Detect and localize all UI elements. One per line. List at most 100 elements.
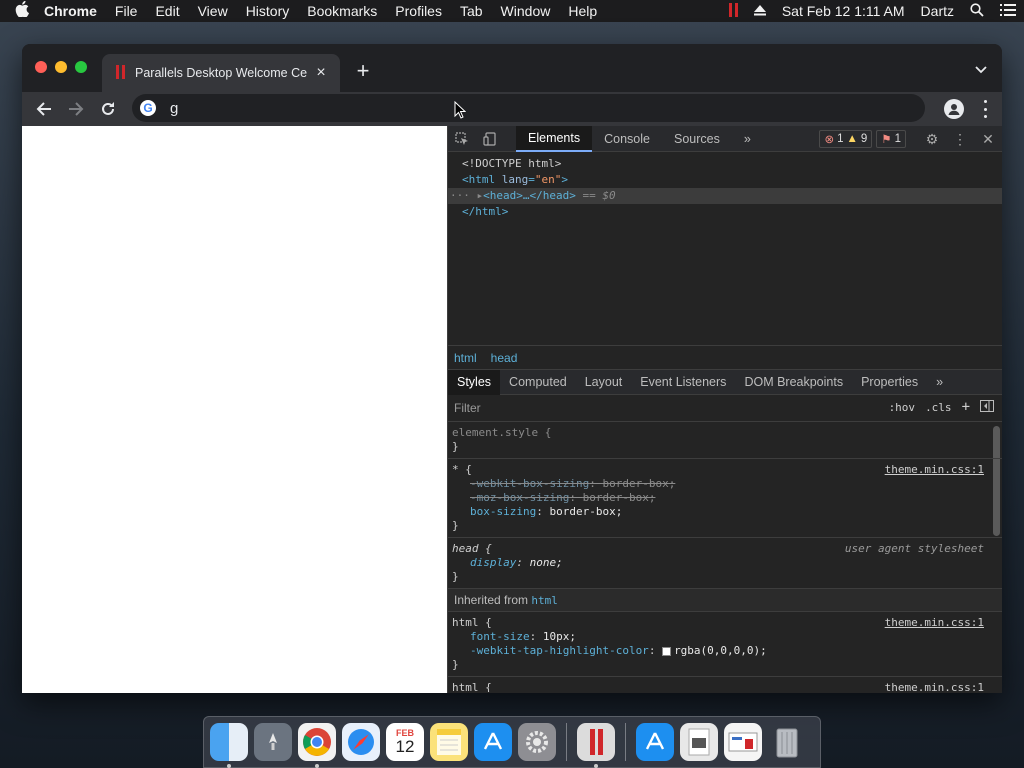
dom-html-close[interactable]: </html> bbox=[448, 204, 1002, 220]
prop-name[interactable]: box-sizing bbox=[470, 505, 536, 518]
dock-safari-icon[interactable] bbox=[342, 723, 380, 761]
zoom-window-button[interactable] bbox=[75, 61, 87, 73]
tab-console[interactable]: Console bbox=[592, 126, 662, 152]
address-bar[interactable]: G bbox=[132, 94, 925, 122]
tab-close-icon[interactable]: × bbox=[312, 64, 330, 82]
subtab-event-listeners[interactable]: Event Listeners bbox=[631, 370, 735, 395]
back-button[interactable] bbox=[28, 93, 60, 125]
dock-document-icon[interactable] bbox=[680, 723, 718, 761]
tab-search-chevron-icon[interactable] bbox=[974, 62, 988, 76]
settings-gear-icon[interactable]: ⚙ bbox=[918, 131, 946, 148]
inherited-tag-link[interactable]: html bbox=[531, 594, 558, 607]
minimize-window-button[interactable] bbox=[55, 61, 67, 73]
menu-edit[interactable]: Edit bbox=[146, 3, 188, 19]
prop-value[interactable]: border-box; bbox=[549, 505, 622, 518]
page-viewport[interactable] bbox=[22, 126, 447, 693]
prop-value: none; bbox=[529, 556, 563, 569]
cls-toggle[interactable]: .cls bbox=[925, 401, 952, 414]
address-input[interactable] bbox=[170, 99, 870, 117]
reload-button[interactable] bbox=[92, 93, 124, 125]
subtab-computed[interactable]: Computed bbox=[500, 370, 576, 395]
breadcrumb-html[interactable]: html bbox=[454, 351, 477, 365]
menubar-datetime[interactable]: Sat Feb 12 1:11 AM bbox=[774, 3, 913, 19]
eject-icon[interactable] bbox=[746, 3, 774, 19]
chrome-menu-icon[interactable] bbox=[982, 100, 988, 118]
menu-tab[interactable]: Tab bbox=[451, 3, 492, 19]
error-warning-counter[interactable]: ⊗ 1 ▲ 9 bbox=[819, 130, 873, 148]
rule-html[interactable]: theme.min.css:1 html { font-size: 10px; … bbox=[448, 612, 1002, 677]
menu-app-chrome[interactable]: Chrome bbox=[44, 3, 106, 19]
forward-button[interactable] bbox=[60, 93, 92, 125]
rule-source-link[interactable]: theme.min.css:1 bbox=[885, 616, 984, 629]
apple-menu-icon[interactable] bbox=[0, 0, 44, 21]
profile-avatar-icon[interactable] bbox=[944, 99, 964, 119]
dock-parallels-icon[interactable] bbox=[577, 723, 615, 768]
menu-file[interactable]: File bbox=[106, 3, 147, 19]
dock-notes-icon[interactable] bbox=[430, 723, 468, 761]
device-toolbar-icon[interactable] bbox=[476, 126, 504, 152]
dock-chrome-icon[interactable] bbox=[298, 723, 336, 768]
subtab-layout[interactable]: Layout bbox=[576, 370, 632, 395]
dock-app-store-icon[interactable] bbox=[474, 723, 512, 761]
prop-name[interactable]: -moz-box-sizing bbox=[470, 491, 569, 504]
menu-view[interactable]: View bbox=[189, 3, 237, 19]
close-window-button[interactable] bbox=[35, 61, 47, 73]
styles-filter[interactable]: Filter :hov .cls + bbox=[448, 395, 1002, 422]
tab-elements[interactable]: Elements bbox=[516, 125, 593, 152]
more-subtabs-icon[interactable]: » bbox=[927, 370, 952, 395]
prop-value[interactable]: border-box; bbox=[583, 491, 656, 504]
chrome-window: Parallels Desktop Welcome Ce × + G g Ele… bbox=[22, 44, 1002, 693]
issues-counter[interactable]: ⚑ 1 bbox=[876, 130, 906, 148]
rule-head[interactable]: user agent stylesheet head { display: no… bbox=[448, 538, 1002, 589]
filter-input[interactable]: Filter bbox=[454, 401, 481, 415]
dock-launchpad-icon[interactable] bbox=[254, 723, 292, 761]
menu-profiles[interactable]: Profiles bbox=[386, 3, 451, 19]
issue-counters[interactable]: ⊗ 1 ▲ 9 ⚑ 1 bbox=[819, 130, 906, 148]
parallels-status-icon[interactable] bbox=[721, 2, 746, 20]
prop-value[interactable]: 10px; bbox=[543, 630, 576, 643]
prop-value[interactable]: border-box; bbox=[602, 477, 675, 490]
dock-system-preferences-icon[interactable] bbox=[518, 723, 556, 761]
rule-element-style[interactable]: element.style { } bbox=[448, 422, 1002, 459]
dom-doctype[interactable]: <!DOCTYPE html> bbox=[448, 156, 1002, 172]
add-rule-icon[interactable]: + bbox=[962, 399, 970, 415]
rule-source-link[interactable]: theme.min.css:1 bbox=[885, 681, 984, 692]
control-center-icon[interactable] bbox=[992, 3, 1024, 19]
toggle-sidebar-icon[interactable] bbox=[980, 399, 994, 415]
subtab-properties[interactable]: Properties bbox=[852, 370, 927, 395]
close-devtools-icon[interactable]: ✕ bbox=[974, 131, 1002, 148]
breadcrumb-head[interactable]: head bbox=[491, 351, 518, 365]
dock-finder-icon[interactable] bbox=[210, 723, 248, 768]
spotlight-search-icon[interactable] bbox=[962, 2, 992, 20]
subtab-dom-breakpoints[interactable]: DOM Breakpoints bbox=[735, 370, 852, 395]
rule-html-2[interactable]: theme.min.css:1 html { bbox=[448, 677, 1002, 692]
rule-source-link[interactable]: theme.min.css:1 bbox=[885, 463, 984, 476]
prop-value[interactable]: rgba(0,0,0,0); bbox=[674, 644, 767, 657]
dock-trash-icon[interactable] bbox=[768, 723, 806, 761]
menu-bookmarks[interactable]: Bookmarks bbox=[298, 3, 386, 19]
google-icon: G bbox=[140, 100, 156, 116]
prop-name[interactable]: font-size bbox=[470, 630, 530, 643]
prop-name[interactable]: -webkit-box-sizing bbox=[470, 477, 589, 490]
dom-head-selected[interactable]: ··· ▸<head>…</head> == $0 bbox=[448, 188, 1002, 204]
rule-universal[interactable]: theme.min.css:1 * { -webkit-box-sizing: … bbox=[448, 459, 1002, 538]
devtools-menu-icon[interactable]: ⋮ bbox=[946, 131, 974, 148]
menubar-user[interactable]: Dartz bbox=[913, 3, 962, 19]
dock-stack-icon[interactable] bbox=[724, 723, 762, 761]
color-swatch[interactable] bbox=[662, 646, 672, 656]
menu-history[interactable]: History bbox=[237, 3, 299, 19]
more-tabs-icon[interactable]: » bbox=[732, 126, 763, 152]
inspect-element-icon[interactable] bbox=[448, 126, 476, 152]
dock-calendar-icon[interactable]: FEB 12 bbox=[386, 723, 424, 761]
menu-window[interactable]: Window bbox=[492, 3, 560, 19]
dock-downloads-icon[interactable] bbox=[636, 723, 674, 761]
dock-separator bbox=[566, 723, 567, 761]
tab-sources[interactable]: Sources bbox=[662, 126, 732, 152]
browser-tab[interactable]: Parallels Desktop Welcome Ce × bbox=[102, 54, 340, 92]
hov-toggle[interactable]: :hov bbox=[889, 401, 916, 414]
subtab-styles[interactable]: Styles bbox=[448, 369, 501, 395]
new-tab-button[interactable]: + bbox=[352, 58, 374, 84]
prop-name[interactable]: -webkit-tap-highlight-color bbox=[470, 644, 649, 657]
menu-help[interactable]: Help bbox=[559, 3, 606, 19]
dom-html-open[interactable]: <html lang="en"> bbox=[448, 172, 1002, 188]
